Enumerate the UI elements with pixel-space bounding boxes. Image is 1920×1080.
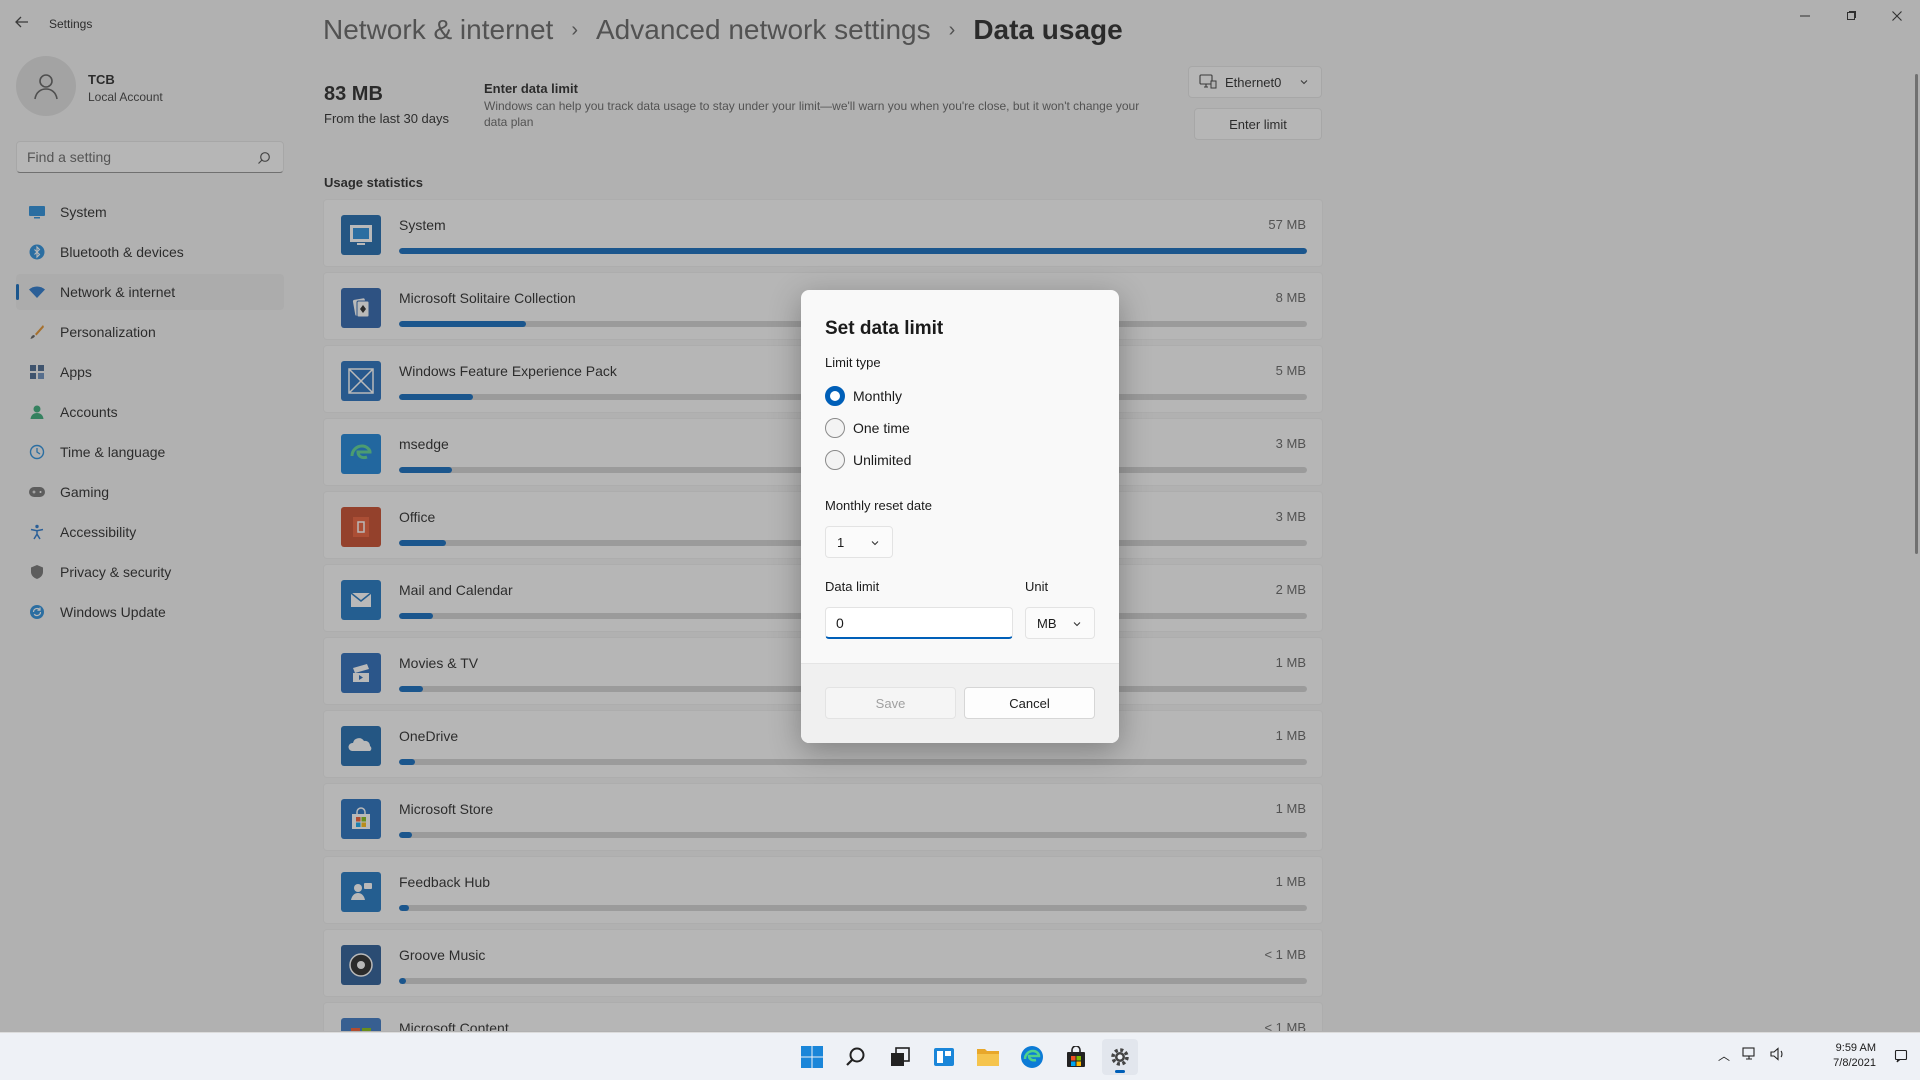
radio-button-checked[interactable] bbox=[825, 386, 845, 406]
notification-icon[interactable] bbox=[1894, 1049, 1908, 1068]
radio-unlimited[interactable]: Unlimited bbox=[825, 449, 911, 471]
dialog-footer: Save Cancel bbox=[801, 663, 1119, 743]
unit-label: Unit bbox=[1025, 579, 1049, 594]
unit-value: MB bbox=[1037, 616, 1057, 631]
reset-date-label: Monthly reset date bbox=[825, 498, 932, 513]
store-icon[interactable] bbox=[1058, 1039, 1094, 1075]
reset-date-value: 1 bbox=[837, 535, 845, 550]
radio-one-time[interactable]: One time bbox=[825, 417, 910, 439]
taskbar-apps bbox=[794, 1033, 1146, 1080]
widgets-icon[interactable] bbox=[926, 1039, 962, 1075]
radio-monthly[interactable]: Monthly bbox=[825, 385, 902, 407]
chevron-down-icon bbox=[871, 541, 879, 546]
taskbar: ︿ 9:59 AM 7/8/2021 bbox=[0, 1032, 1920, 1080]
system-tray: ︿ bbox=[1718, 1047, 1798, 1064]
network-icon[interactable] bbox=[1742, 1047, 1758, 1064]
reset-date-select[interactable]: 1 bbox=[825, 526, 893, 558]
radio-label: One time bbox=[853, 420, 910, 436]
radio-label: Monthly bbox=[853, 388, 903, 404]
dialog-title: Set data limit bbox=[825, 318, 944, 339]
settings-gear-icon[interactable] bbox=[1102, 1039, 1138, 1075]
radio-button[interactable] bbox=[825, 418, 845, 438]
edge-icon[interactable] bbox=[1014, 1039, 1050, 1075]
file-explorer-icon[interactable] bbox=[970, 1039, 1006, 1075]
clock-date: 7/8/2021 bbox=[1833, 1057, 1876, 1069]
data-limit-input[interactable] bbox=[825, 607, 1013, 639]
radio-label: Unlimited bbox=[853, 452, 912, 468]
start-icon[interactable] bbox=[794, 1039, 830, 1075]
radio-button[interactable] bbox=[825, 450, 845, 470]
volume-icon[interactable] bbox=[1770, 1047, 1786, 1064]
unit-select[interactable]: MB bbox=[1025, 607, 1095, 639]
data-limit-label: Data limit bbox=[825, 579, 880, 594]
clock-time: 9:59 AM bbox=[1835, 1042, 1876, 1054]
clock[interactable]: 9:59 AM 7/8/2021 bbox=[1833, 1041, 1876, 1071]
cancel-button[interactable]: Cancel bbox=[964, 687, 1095, 719]
save-button[interactable]: Save bbox=[825, 687, 956, 719]
search-icon[interactable] bbox=[838, 1039, 874, 1075]
limit-type-label: Limit type bbox=[825, 355, 881, 370]
task-view-icon[interactable] bbox=[882, 1039, 918, 1075]
set-data-limit-dialog: Set data limit Limit type Monthly One ti… bbox=[801, 290, 1119, 743]
chevron-up-icon[interactable]: ︿ bbox=[1718, 1047, 1730, 1064]
chevron-down-icon bbox=[1073, 622, 1081, 627]
